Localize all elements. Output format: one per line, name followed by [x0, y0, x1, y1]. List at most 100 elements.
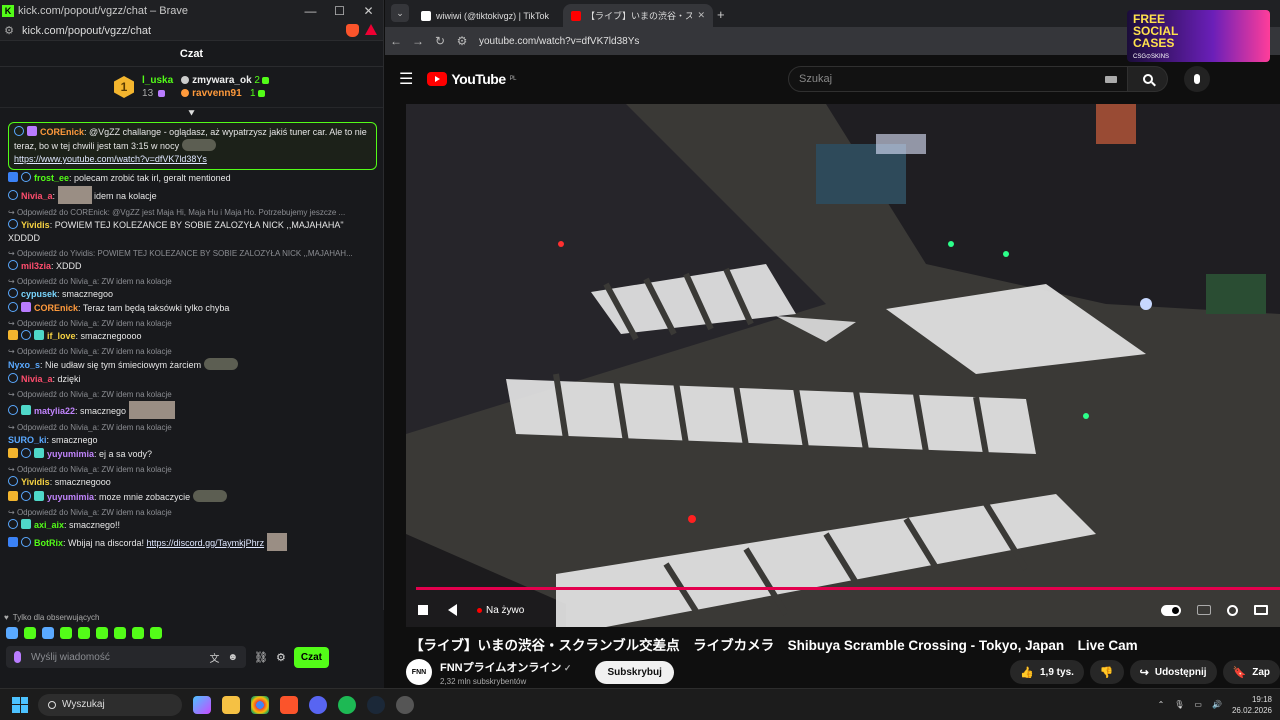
emote-icon[interactable]: [78, 627, 90, 639]
reply-context[interactable]: Odpowiedź do Nivia_a: ZW idem na kolacje: [8, 276, 377, 287]
search-button[interactable]: [1128, 66, 1168, 92]
autoplay-toggle[interactable]: [1161, 604, 1181, 616]
emote-icon[interactable]: [42, 627, 54, 639]
chat-link[interactable]: https://www.youtube.com/watch?v=dfVK7ld3…: [14, 154, 207, 164]
spotify-icon[interactable]: [338, 695, 356, 714]
close-tab-icon[interactable]: ✕: [697, 10, 705, 21]
reply-context[interactable]: Odpowiedź do Yividis: POWIEM TEJ KOLEZAN…: [8, 248, 377, 259]
leader-name[interactable]: l_uska: [142, 75, 173, 86]
reply-context[interactable]: Odpowiedź do Nivia_a: ZW idem na kolacje: [8, 318, 377, 329]
emote-icon[interactable]: [24, 627, 36, 639]
discord-icon[interactable]: [309, 695, 327, 714]
chat-username[interactable]: Yividis: [21, 477, 50, 487]
chat-username[interactable]: yuyumimia: [47, 449, 94, 459]
reply-context[interactable]: Odpowiedź do COREnick: @VgZZ jest Maja H…: [8, 207, 377, 218]
windows-start-icon[interactable]: [12, 696, 28, 713]
third-name[interactable]: ravvenn91: [192, 88, 241, 99]
emote-icon[interactable]: [96, 627, 108, 639]
save-button[interactable]: 🔖 Zap: [1222, 660, 1280, 684]
reply-context[interactable]: Odpowiedź do Nivia_a: ZW idem na kolacje: [8, 422, 377, 433]
chat-username[interactable]: BotRix: [34, 538, 63, 548]
emoji-icon[interactable]: ☻: [227, 652, 238, 663]
chat-username[interactable]: SURO_ki: [8, 435, 47, 445]
mic-icon[interactable]: [14, 651, 21, 663]
reply-context[interactable]: Odpowiedź do Nivia_a: ZW idem na kolacje: [8, 389, 377, 400]
tab-youtube[interactable]: 【ライブ】いまの渋谷・スクランブル ✕: [563, 4, 713, 27]
chat-username[interactable]: axi_aix: [34, 520, 64, 530]
brave-shields-icon[interactable]: [346, 24, 359, 37]
reply-context[interactable]: Odpowiedź do Nivia_a: ZW idem na kolacje: [8, 346, 377, 357]
reply-context[interactable]: Odpowiedź do Nivia_a: ZW idem na kolacje: [8, 464, 377, 475]
csgo-skins-ad[interactable]: FREE SOCIAL CASES CSG⊙SKINS: [1127, 10, 1270, 62]
translate-icon[interactable]: 文: [209, 650, 219, 665]
progress-bar[interactable]: [416, 587, 1280, 590]
voice-search-button[interactable]: [1184, 66, 1210, 92]
share-button[interactable]: ↪ Udostępnij: [1129, 660, 1217, 684]
stop-icon[interactable]: [418, 605, 428, 615]
forward-icon[interactable]: →: [407, 34, 429, 48]
chat-username[interactable]: yuyumimia: [47, 492, 94, 502]
chat-username[interactable]: Nyxo_s: [8, 360, 40, 370]
reply-context[interactable]: Odpowiedź do Nivia_a: ZW idem na kolacje: [8, 507, 377, 518]
close-button[interactable]: ✕: [354, 4, 383, 18]
dislike-button[interactable]: 👎: [1089, 660, 1124, 684]
taskbar-search[interactable]: Wyszukaj: [38, 693, 182, 716]
expand-leaderboard-icon[interactable]: ⯆: [0, 108, 383, 120]
file-explorer-icon[interactable]: [222, 695, 240, 714]
chat-username[interactable]: Yividis: [21, 220, 50, 230]
emote-icon[interactable]: [150, 627, 162, 639]
chat-username[interactable]: frost_ee: [34, 173, 69, 183]
chat-username[interactable]: Nivia_a: [21, 374, 53, 384]
chrome-icon[interactable]: [251, 695, 269, 714]
hamburger-menu-icon[interactable]: ☰: [399, 69, 413, 89]
video-player[interactable]: Na żywo: [406, 104, 1280, 627]
site-settings-icon[interactable]: ⚙: [0, 24, 18, 37]
site-info-icon[interactable]: ⚙: [451, 34, 473, 48]
chat-username[interactable]: Nivia_a: [21, 191, 53, 201]
url-text[interactable]: kick.com/popout/vgzz/chat: [22, 25, 151, 37]
emote-icon[interactable]: [132, 627, 144, 639]
chat-username[interactable]: mil3zia: [21, 261, 51, 271]
microphone-icon[interactable]: 🎙: [1174, 700, 1184, 709]
subscribe-button[interactable]: Subskrybuj: [595, 660, 674, 684]
maximize-button[interactable]: ☐: [325, 4, 354, 18]
settings-gear-icon[interactable]: ⚙: [276, 651, 286, 664]
network-icon[interactable]: ▭: [1194, 700, 1202, 709]
channel-avatar[interactable]: FNN: [406, 659, 432, 685]
search-input[interactable]: Szukaj: [788, 66, 1128, 92]
like-button[interactable]: 👍 1,9 tys.: [1010, 660, 1084, 684]
volume-icon[interactable]: [448, 604, 457, 616]
chat-link[interactable]: https://discord.gg/TaymkjPhrz: [147, 538, 265, 548]
new-tab-button[interactable]: +: [717, 7, 725, 22]
copilot-icon[interactable]: [193, 695, 211, 714]
emote-icon[interactable]: [6, 627, 18, 639]
keyboard-icon[interactable]: [1105, 75, 1117, 83]
tab-search-icon[interactable]: ⌄: [391, 4, 409, 22]
send-chat-button[interactable]: Czat: [293, 646, 329, 668]
settings-icon[interactable]: [1227, 604, 1238, 616]
chat-username[interactable]: COREnick: [34, 303, 78, 313]
tab-tiktok[interactable]: wiwiwi (@tiktokivgz) | TikTok: [413, 4, 563, 27]
brave-icon[interactable]: [280, 695, 298, 714]
clock[interactable]: 19:18 26.02.2026: [1232, 694, 1272, 716]
address-bar[interactable]: youtube.com/watch?v=dfVK7ld38Ys: [479, 36, 639, 47]
message-input[interactable]: Wyślij wiadomość 文 ☻: [6, 646, 246, 668]
chat-username[interactable]: if_love: [47, 331, 76, 341]
emote-icon[interactable]: [60, 627, 72, 639]
minimize-button[interactable]: —: [296, 4, 325, 18]
youtube-logo[interactable]: YouTube PL: [427, 71, 517, 87]
subtitles-icon[interactable]: [1197, 605, 1211, 615]
chat-username[interactable]: matylia22: [34, 406, 75, 416]
reload-icon[interactable]: ↻: [429, 34, 451, 48]
obs-icon[interactable]: [396, 695, 414, 714]
channel-name[interactable]: FNNプライムオンライン: [440, 659, 571, 675]
chat-username[interactable]: cypusek: [21, 289, 57, 299]
link-tools-icon[interactable]: ⛓: [254, 651, 268, 664]
chat-username[interactable]: COREnick: [40, 127, 84, 137]
steam-icon[interactable]: [367, 695, 385, 714]
emote-icon[interactable]: [114, 627, 126, 639]
miniplayer-icon[interactable]: [1254, 605, 1268, 615]
brave-rewards-icon[interactable]: [365, 24, 377, 35]
back-icon[interactable]: ←: [385, 34, 407, 48]
tray-chevron-icon[interactable]: ⌃: [1158, 700, 1165, 709]
